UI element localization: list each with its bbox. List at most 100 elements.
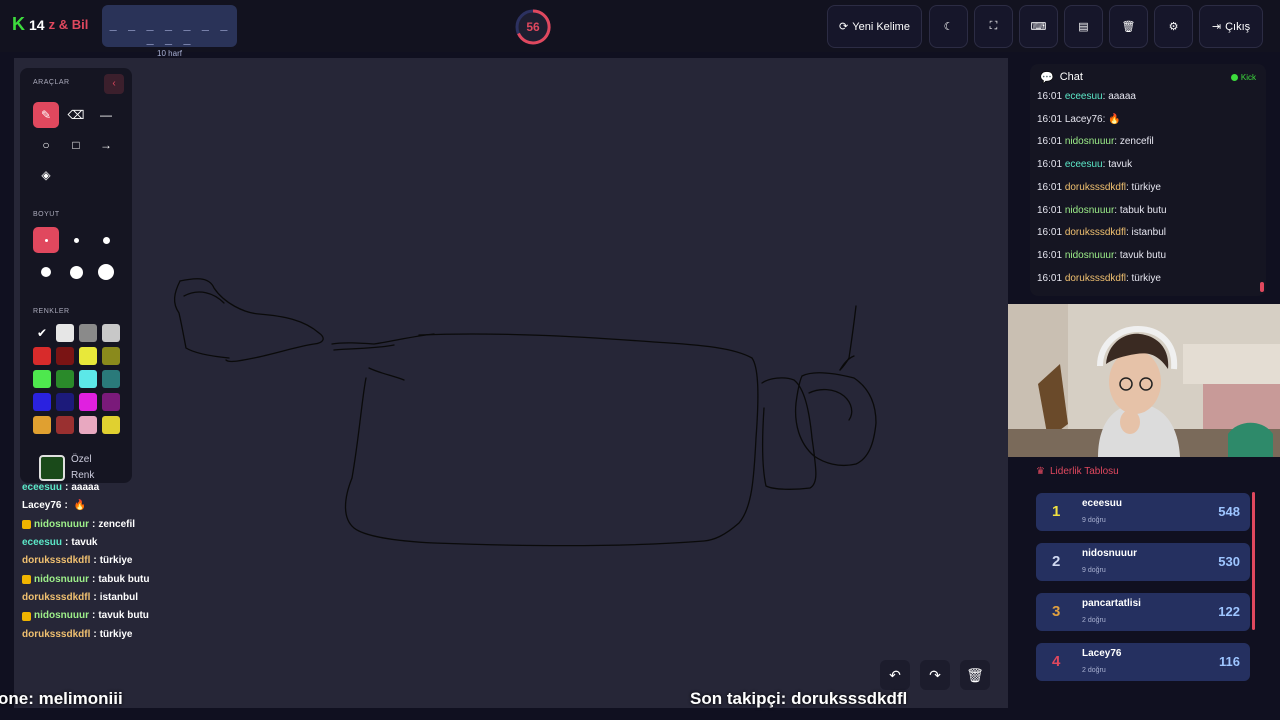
overlay-chat-text: tavuk butu [98, 610, 149, 622]
color-swatch[interactable]: ✔ [33, 324, 51, 342]
overlay-last-follower: Son takipçi: doruksssdkdfl [690, 689, 908, 708]
size-dot-icon [69, 265, 83, 279]
drawing-canvas[interactable] [14, 58, 1008, 708]
overlay-chat-user: eceesuu [22, 482, 63, 494]
fullscreen-icon: ⛶ [989, 20, 998, 32]
leaderboard-name: pancartatlisi [1082, 598, 1141, 609]
eraser-tool[interactable]: ⌫ [63, 102, 89, 128]
chat-message-time: 16:01 [1037, 113, 1063, 125]
fullscreen-button[interactable]: ⛶ [974, 5, 1013, 48]
color-swatch[interactable] [102, 324, 120, 342]
chat-message: 16:01 nidosnuuur: zencefil [1037, 136, 1154, 148]
overlay-chat-separator: : [65, 537, 69, 549]
color-swatch[interactable] [56, 370, 74, 388]
chat-message: 16:01 doruksssdkdfl: türkiye [1037, 181, 1161, 193]
overlay-chat-text: tavuk [71, 537, 98, 549]
size-option-5[interactable] [63, 259, 89, 285]
trash-icon: 🗑 [966, 666, 984, 683]
brush-tool[interactable]: ✎ [33, 102, 59, 128]
color-swatch[interactable] [56, 393, 74, 411]
leaderboard-correct-count: 2 doğru [1082, 617, 1106, 624]
overlay-chat-text: aaaaa [71, 482, 100, 494]
size-option-3[interactable] [93, 227, 119, 253]
color-swatch[interactable] [33, 347, 51, 365]
overlay-chat-user: Lacey76 [22, 500, 62, 512]
color-swatch[interactable] [79, 347, 97, 365]
circle-tool[interactable]: ○ [33, 132, 59, 158]
chat-message-user[interactable]: Lacey76 [1065, 114, 1103, 125]
line-tool[interactable]: — [93, 102, 119, 128]
chat-message-text: aaaaa [1108, 91, 1136, 102]
chat-message: 16:01 eceesuu: aaaaa [1037, 91, 1136, 102]
size-option-6[interactable] [93, 259, 119, 285]
timer-value: 56 [526, 20, 540, 34]
delete-button[interactable]: 🗑 [1109, 5, 1148, 48]
arrow-tool[interactable]: → [93, 132, 119, 158]
color-swatch[interactable] [102, 347, 120, 365]
webcam-feed [1008, 304, 1280, 457]
color-swatch[interactable] [79, 324, 97, 342]
tools-section-label: ARAÇLAR [33, 79, 70, 86]
rectangle-tool[interactable]: □ [63, 132, 89, 158]
drawing-strokes [173, 278, 877, 547]
chat-message-time: 16:01 [1037, 272, 1063, 284]
color-swatch[interactable] [33, 370, 51, 388]
tools-panel: ARAÇLAR ‹ ✎ ⌫ — ○ □ → ◈ BOYUT RENKLER ✔ … [20, 68, 132, 483]
color-swatch[interactable] [102, 370, 120, 388]
size-option-4[interactable] [33, 259, 59, 285]
clear-canvas-button[interactable]: 🗑 [960, 660, 990, 690]
chat-platform: Kick [1230, 73, 1256, 82]
color-swatch[interactable] [79, 393, 97, 411]
color-swatch[interactable] [56, 347, 74, 365]
chat-message-user[interactable]: nidosnuuur [1065, 205, 1114, 216]
chat-message-text: türkiye [1131, 272, 1161, 284]
keyboard-button[interactable]: ⌨ [1019, 5, 1058, 48]
size-option-2[interactable] [63, 227, 89, 253]
overlay-chat-text: istanbul [99, 591, 139, 603]
settings-button[interactable]: ⚙ [1154, 5, 1193, 48]
leaderboard-scrollbar[interactable] [1252, 492, 1255, 630]
color-swatch[interactable] [79, 370, 97, 388]
color-swatch[interactable] [33, 416, 51, 434]
color-swatch[interactable] [102, 416, 120, 434]
color-swatch[interactable] [102, 393, 120, 411]
undo-button[interactable]: ↶ [880, 660, 910, 690]
leaderboard-row: 1 eceesuu 9 doğru 548 [1036, 493, 1250, 531]
chat-message-user[interactable]: nidosnuuur [1065, 136, 1114, 147]
chat-message-user[interactable]: eceesuu [1065, 159, 1103, 170]
archive-button[interactable]: ▤ [1064, 5, 1103, 48]
exit-button[interactable]: ⇥ Çıkış [1199, 5, 1263, 48]
chat-message-user[interactable]: doruksssdkdfl [1065, 227, 1126, 238]
overlay-chat-separator: : [64, 500, 68, 512]
chat-message-time: 16:01 [1037, 204, 1063, 216]
chat-message-user[interactable]: doruksssdkdfl [1065, 182, 1126, 193]
dark-mode-button[interactable]: ☾ [929, 5, 968, 48]
subscriber-badge-icon [22, 611, 31, 621]
leaderboard-score: 116 [1219, 654, 1240, 669]
custom-color-button[interactable] [39, 455, 65, 481]
size-option-1[interactable] [33, 227, 59, 253]
new-word-button[interactable]: ⟳ Yeni Kelime [827, 5, 922, 48]
chat-scrollbar[interactable] [1260, 282, 1264, 292]
overlay-chat-separator: : [92, 610, 96, 622]
overlay-chat-row: eceesuu: tavuk [22, 534, 162, 552]
chat-message: 16:01 Lacey76: 🔥 [1037, 113, 1121, 125]
collapse-panel-button[interactable]: ‹ [104, 74, 124, 94]
chat-message-user[interactable]: doruksssdkdfl [1065, 273, 1126, 284]
overlay-chat-user: doruksssdkdfl [22, 591, 91, 603]
chat-message-user[interactable]: nidosnuuur [1065, 250, 1114, 261]
chat-bubble-icon: 💬 [1040, 71, 1054, 84]
color-swatch[interactable] [79, 416, 97, 434]
crown-icon: ♛ [1036, 466, 1045, 477]
paint-bucket-icon: ◈ [41, 168, 51, 182]
colors-section-label: RENKLER [33, 308, 70, 315]
chat-message-user[interactable]: eceesuu [1065, 91, 1103, 102]
redo-button[interactable]: ↷ [920, 660, 950, 690]
subscriber-badge-icon [22, 575, 31, 585]
color-swatch[interactable] [33, 393, 51, 411]
logo-title: z & Bil [48, 17, 89, 32]
fill-tool[interactable]: ◈ [33, 162, 59, 188]
color-swatch[interactable] [56, 324, 74, 342]
color-swatch[interactable] [56, 416, 74, 434]
emote-icon: 🔥 [1108, 113, 1121, 125]
